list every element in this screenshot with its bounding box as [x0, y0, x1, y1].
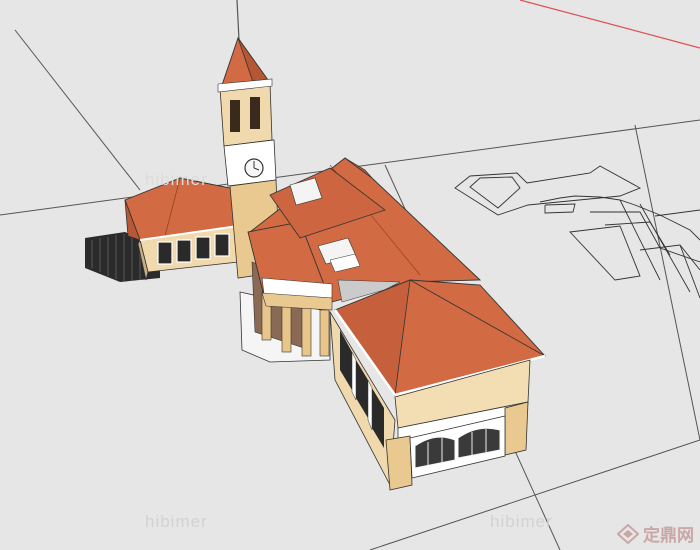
sketchup-viewport[interactable] [0, 0, 700, 550]
left-wing [124, 177, 246, 281]
watermark-left: hibimer [145, 512, 208, 531]
watermark-top: hibimer [145, 170, 208, 189]
red-axis-line [519, 0, 700, 49]
main-building [239, 157, 546, 491]
brand-mark-icon [617, 523, 639, 544]
brand-text: 定鼎网 [643, 526, 694, 546]
floor-plan-drawing [454, 165, 700, 299]
brand-logo: 定鼎网 [617, 521, 694, 546]
watermark-right: hibimer [490, 512, 553, 531]
